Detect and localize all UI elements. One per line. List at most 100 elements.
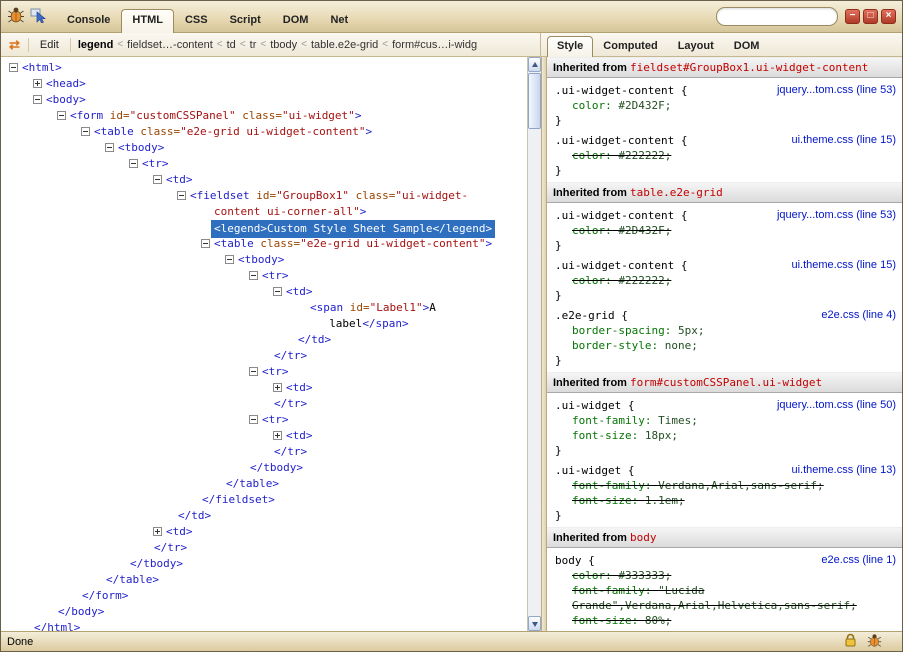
tree-row[interactable]: <tbody> [1, 140, 527, 156]
breadcrumb-item-form-cus-i-widg[interactable]: form#cus…i-widg [389, 39, 480, 51]
rule-selector[interactable]: .ui-widget { [555, 464, 634, 477]
tree-row[interactable]: </table> [1, 572, 527, 588]
tree-row[interactable]: </body> [1, 604, 527, 620]
css-property[interactable]: color: #222222; [555, 148, 896, 163]
tree-row[interactable]: <tbody> [1, 252, 527, 268]
css-property[interactable]: border-spacing: 5px; [555, 323, 896, 338]
tree-row[interactable]: </td> [1, 508, 527, 524]
expand-icon[interactable] [273, 431, 282, 440]
lock-icon[interactable] [844, 633, 857, 650]
inherited-from-selector[interactable]: body [630, 531, 657, 544]
collapse-icon[interactable] [225, 255, 234, 264]
edit-button[interactable]: Edit [33, 37, 66, 53]
scroll-up-button[interactable] [528, 57, 541, 72]
collapse-icon[interactable] [249, 415, 258, 424]
tree-row[interactable]: </html> [1, 620, 527, 631]
tree-row[interactable]: <fieldset id="GroupBox1" class="ui-widge… [1, 188, 527, 204]
tree-row[interactable]: <tr> [1, 364, 527, 380]
stylesheet-link[interactable]: e2e.css (line 4) [821, 308, 896, 323]
css-property[interactable]: font-size: 80%; [555, 613, 896, 628]
breadcrumb-item-tr[interactable]: tr [247, 39, 260, 51]
tree-row[interactable]: </td> [1, 332, 527, 348]
rule-selector[interactable]: .ui-widget-content { [555, 209, 687, 222]
tree-row[interactable]: </tr> [1, 396, 527, 412]
breadcrumb-item-legend[interactable]: legend [75, 39, 116, 51]
breadcrumb-item-table-e2e-grid[interactable]: table.e2e-grid [308, 39, 381, 51]
main-tab-script[interactable]: Script [219, 9, 272, 32]
css-property[interactable]: font-size: 1.1em; [555, 493, 896, 508]
collapse-icon[interactable] [177, 191, 186, 200]
collapse-icon[interactable] [129, 159, 138, 168]
tree-row[interactable]: <td> [1, 428, 527, 444]
stylesheet-link[interactable]: ui.theme.css (line 15) [791, 258, 896, 273]
rule-selector[interactable]: .ui-widget-content { [555, 84, 687, 97]
tree-row[interactable]: label</span> [1, 316, 527, 332]
css-property[interactable]: color: #222222; [555, 273, 896, 288]
collapse-icon[interactable] [249, 271, 258, 280]
tree-row[interactable]: <table class="e2e-grid ui-widget-content… [1, 236, 527, 252]
firebug-status-icon[interactable] [867, 633, 882, 651]
rule-selector[interactable]: .e2e-grid { [555, 309, 628, 322]
tree-row[interactable]: </fieldset> [1, 492, 527, 508]
scrollbar-thumb[interactable] [528, 73, 541, 129]
collapse-icon[interactable] [81, 127, 90, 136]
breadcrumb-item-fieldset-content[interactable]: fieldset…-content [124, 39, 216, 51]
tree-row[interactable]: <head> [1, 76, 527, 92]
tree-row[interactable]: <tr> [1, 268, 527, 284]
css-property[interactable]: color: #2D432F; [555, 223, 896, 238]
stylesheet-link[interactable]: jquery...tom.css (line 53) [777, 208, 896, 223]
rule-selector[interactable]: .ui-widget { [555, 399, 634, 412]
css-property[interactable]: font-family: Times; [555, 413, 896, 428]
css-property[interactable]: border-style: none; [555, 338, 896, 353]
tree-row[interactable]: </tr> [1, 540, 527, 556]
stylesheet-link[interactable]: ui.theme.css (line 15) [791, 133, 896, 148]
css-property[interactable]: font-family: Verdana,Arial,sans-serif; [555, 478, 896, 493]
stylesheet-link[interactable]: ui.theme.css (line 13) [791, 463, 896, 478]
popout-button[interactable]: □ [863, 9, 878, 24]
breadcrumb-item-td[interactable]: td [224, 39, 239, 51]
tree-row[interactable]: <td> [1, 172, 527, 188]
rule-selector[interactable]: .ui-widget-content { [555, 134, 687, 147]
expand-icon[interactable] [33, 79, 42, 88]
style-tab-layout[interactable]: Layout [668, 36, 724, 56]
style-tab-computed[interactable]: Computed [593, 36, 667, 56]
css-property[interactable]: color: #2D432F; [555, 98, 896, 113]
tree-scrollbar[interactable] [527, 57, 541, 631]
stylesheet-link[interactable]: jquery...tom.css (line 50) [777, 398, 896, 413]
main-tab-html[interactable]: HTML [121, 9, 174, 33]
style-tab-style[interactable]: Style [547, 36, 593, 57]
collapse-icon[interactable] [9, 63, 18, 72]
inspect-icon[interactable] [30, 7, 46, 26]
options-icon[interactable]: ⇄ [5, 37, 24, 53]
close-button[interactable]: × [881, 9, 896, 24]
breadcrumb-item-tbody[interactable]: tbody [267, 39, 300, 51]
tree-row[interactable]: content ui-corner-all"> [1, 204, 527, 220]
css-property[interactable]: font-family: "Lucida Grande",Verdana,Ari… [555, 583, 896, 613]
collapse-icon[interactable] [153, 175, 162, 184]
expand-icon[interactable] [153, 527, 162, 536]
tree-row[interactable]: <span id="Label1">A [1, 300, 527, 316]
tree-row[interactable]: <td> [1, 380, 527, 396]
collapse-icon[interactable] [273, 287, 282, 296]
main-tab-net[interactable]: Net [319, 9, 359, 32]
main-tab-dom[interactable]: DOM [272, 9, 320, 32]
inherited-from-selector[interactable]: form#customCSSPanel.ui-widget [630, 376, 822, 389]
firebug-icon[interactable] [7, 6, 25, 27]
tree-row[interactable]: <legend>Custom Style Sheet Sample</legen… [1, 220, 527, 236]
collapse-icon[interactable] [57, 111, 66, 120]
style-tab-dom[interactable]: DOM [724, 36, 770, 56]
tree-row[interactable]: <table class="e2e-grid ui-widget-content… [1, 124, 527, 140]
tree-row[interactable]: <td> [1, 524, 527, 540]
tree-row[interactable]: </tr> [1, 444, 527, 460]
tree-row[interactable]: <tr> [1, 156, 527, 172]
collapse-icon[interactable] [105, 143, 114, 152]
tree-row[interactable]: <body> [1, 92, 527, 108]
tree-row[interactable]: <form id="customCSSPanel" class="ui-widg… [1, 108, 527, 124]
stylesheet-link[interactable]: jquery...tom.css (line 53) [777, 83, 896, 98]
stylesheet-link[interactable]: e2e.css (line 1) [821, 553, 896, 568]
collapse-icon[interactable] [201, 239, 210, 248]
tree-row[interactable]: <td> [1, 284, 527, 300]
tree-row[interactable]: </tbody> [1, 460, 527, 476]
tree-row[interactable]: </tbody> [1, 556, 527, 572]
scroll-down-button[interactable] [528, 616, 541, 631]
